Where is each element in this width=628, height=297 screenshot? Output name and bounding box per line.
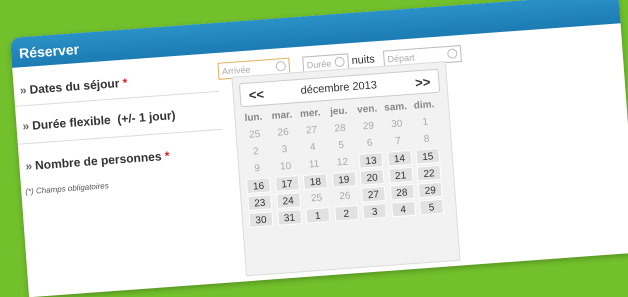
calendar-day: 11 xyxy=(308,158,320,171)
nights-label: nuits xyxy=(351,53,376,68)
calendar-day[interactable]: 27 xyxy=(360,185,386,203)
calendar-header: << décembre 2013 >> xyxy=(238,68,441,108)
calendar-day: 12 xyxy=(336,156,349,169)
required-note: (*) Champs obligatoires xyxy=(24,181,110,197)
day-of-week-header: lun. xyxy=(244,111,263,125)
calendar-day: 29 xyxy=(362,120,375,133)
calendar-day: 28 xyxy=(334,122,346,135)
clock-icon xyxy=(446,48,458,59)
calendar-day[interactable]: 31 xyxy=(276,209,302,226)
calendar-day[interactable]: 19 xyxy=(331,171,357,188)
calendar-day[interactable]: 17 xyxy=(274,175,300,192)
double-chevron-icon: » xyxy=(24,158,33,174)
calendar-day: 5 xyxy=(338,139,345,152)
prev-month-button[interactable]: << xyxy=(248,87,264,103)
calendar-day: 25 xyxy=(310,192,323,205)
calendar-day[interactable]: 30 xyxy=(248,211,274,228)
calendar-day[interactable]: 20 xyxy=(359,168,385,186)
calendar-day: 26 xyxy=(277,126,290,139)
calendar-day[interactable]: 1 xyxy=(305,207,331,224)
calendar-day[interactable]: 5 xyxy=(418,198,445,216)
calendar-day: 2 xyxy=(252,146,260,158)
calendar-day[interactable]: 28 xyxy=(389,183,415,201)
calendar-day[interactable]: 15 xyxy=(415,147,441,165)
calendar-day: 6 xyxy=(366,137,373,150)
calendar-day: 8 xyxy=(423,133,430,145)
calendar-day[interactable]: 16 xyxy=(245,177,272,195)
calendar-day[interactable]: 13 xyxy=(358,152,384,169)
double-chevron-icon: » xyxy=(21,118,30,134)
persons-label: Nombre de personnes xyxy=(34,149,162,173)
departure-placeholder: Départ xyxy=(387,52,415,65)
flex-label: Durée flexible xyxy=(31,112,112,133)
calendar-day[interactable]: 21 xyxy=(388,166,414,184)
calendar-day: 30 xyxy=(390,118,403,131)
calendar-day[interactable]: 4 xyxy=(390,200,416,218)
day-of-week-header: mar. xyxy=(271,109,293,123)
calendar-month-title: décembre 2013 xyxy=(300,79,378,97)
required-mark: * xyxy=(122,75,128,90)
day-of-week-header: mer. xyxy=(299,107,322,120)
flex-row-label: » Durée flexible (+/- 1 jour) xyxy=(22,108,176,133)
calendar-day[interactable]: 18 xyxy=(302,173,328,190)
calendar-day: 10 xyxy=(279,160,292,173)
calendar-day[interactable]: 29 xyxy=(417,181,443,199)
calendar-day[interactable]: 3 xyxy=(362,202,388,220)
reservation-panel: Réserver » Dates du séjour * » Durée flexi… xyxy=(10,0,628,297)
calendar-day: 1 xyxy=(422,116,429,129)
calendar-day[interactable]: 24 xyxy=(275,192,301,209)
day-of-week-header: sam. xyxy=(383,101,408,114)
calendar-day[interactable]: 2 xyxy=(333,204,359,222)
calendar-day[interactable]: 22 xyxy=(416,164,442,182)
calendar-day[interactable]: 14 xyxy=(386,149,412,167)
double-chevron-icon: » xyxy=(19,82,28,98)
calendar-day[interactable]: 23 xyxy=(247,194,273,212)
calendar-day: 7 xyxy=(394,135,402,148)
dates-label: Dates du séjour xyxy=(29,76,120,97)
calendar-day: 27 xyxy=(305,124,318,137)
duration-placeholder: Durée xyxy=(306,58,332,71)
next-month-button[interactable]: >> xyxy=(415,74,431,90)
flex-hint: (+/- 1 jour) xyxy=(116,108,177,127)
day-of-week-header: dim. xyxy=(413,99,435,112)
persons-row-label: » Nombre de personnes * xyxy=(25,149,170,174)
date-picker-calendar: << décembre 2013 >> lun. mar. mer. jeu. ven.… xyxy=(231,61,461,277)
calendar-day: 26 xyxy=(339,190,351,203)
calendar-day: 4 xyxy=(309,141,317,154)
day-of-week-header: jeu. xyxy=(329,105,348,118)
clock-icon xyxy=(275,60,287,72)
clock-icon xyxy=(334,56,345,68)
calendar-day: 3 xyxy=(281,144,288,156)
calendar-day: 9 xyxy=(254,163,261,175)
required-mark: * xyxy=(164,148,170,163)
dates-row-label: » Dates du séjour * xyxy=(19,76,127,98)
day-of-week-header: ven. xyxy=(356,103,378,116)
panel-title: Réserver xyxy=(18,41,80,62)
calendar-day: 25 xyxy=(248,128,261,141)
